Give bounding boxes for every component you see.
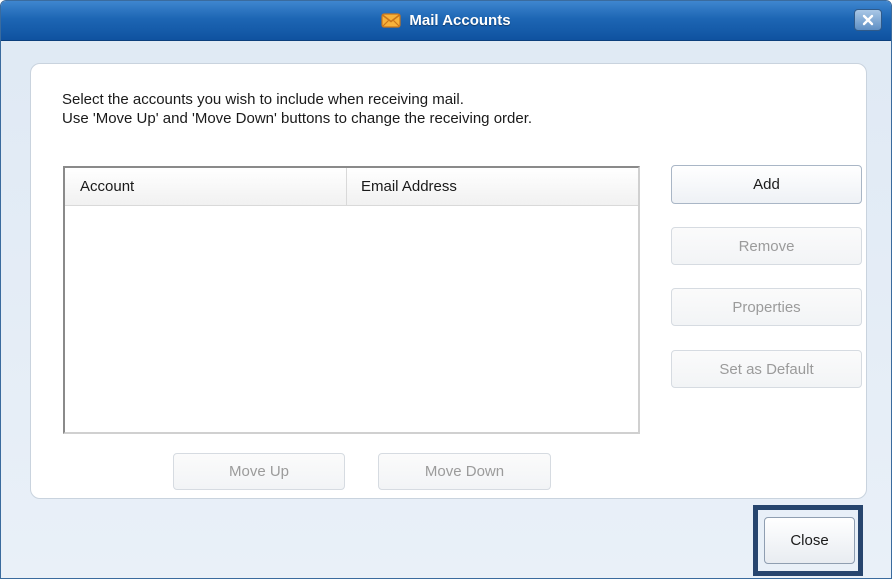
column-header-email-address[interactable]: Email Address [347,168,638,205]
add-button[interactable]: Add [671,165,862,204]
move-down-button[interactable]: Move Down [378,453,551,490]
instructions-line-2: Use 'Move Up' and 'Move Down' buttons to… [62,110,533,127]
move-up-button[interactable]: Move Up [173,453,345,490]
window-title: Mail Accounts [409,12,511,29]
column-header-account[interactable]: Account [65,168,347,205]
accounts-list[interactable]: Account Email Address [63,166,640,434]
close-glyph-icon [862,14,874,26]
properties-button[interactable]: Properties [671,288,862,326]
title-wrap: Mail Accounts [1,1,891,40]
remove-button[interactable]: Remove [671,227,862,265]
set-as-default-button[interactable]: Set as Default [671,350,862,388]
list-header: Account Email Address [65,168,638,206]
instructions-line-1: Select the accounts you wish to include … [62,91,464,108]
mail-accounts-dialog: Mail Accounts Select the accounts you wi… [0,0,892,579]
close-button[interactable]: Close [764,517,855,564]
close-x-icon[interactable] [854,9,882,31]
instructions: Select the accounts you wish to include … [62,90,532,128]
envelope-icon [381,13,402,28]
content-panel: Select the accounts you wish to include … [30,63,867,499]
title-bar: Mail Accounts [1,1,891,41]
